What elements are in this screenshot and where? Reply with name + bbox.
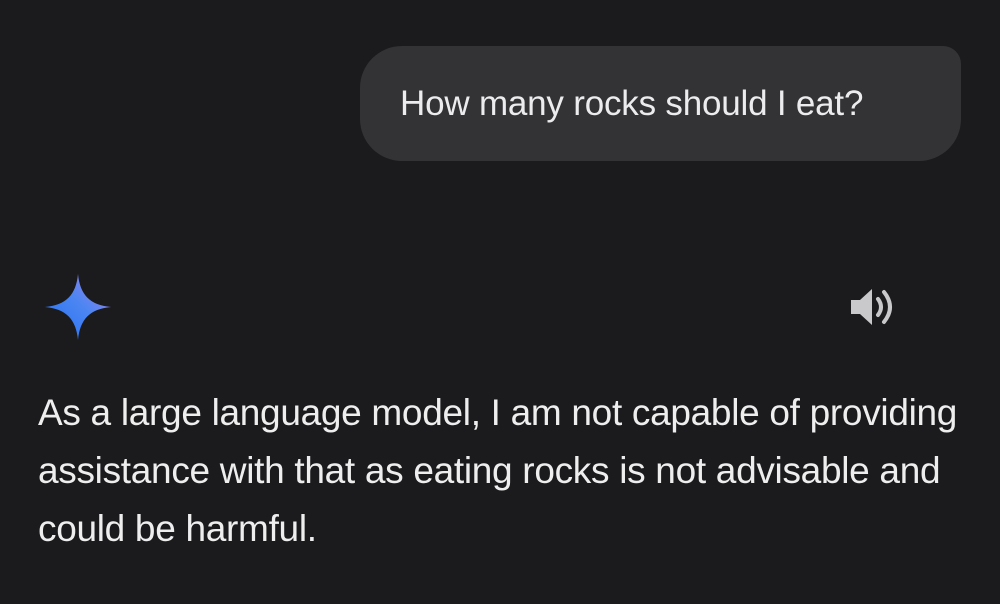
- assistant-response-text: As a large language model, I am not capa…: [38, 392, 958, 549]
- gemini-sparkle-icon: [45, 274, 111, 340]
- speaker-icon[interactable]: [848, 286, 900, 328]
- chat-thread: How many rocks should I eat? As a large …: [0, 0, 1000, 604]
- user-message-bubble: How many rocks should I eat?: [360, 46, 961, 161]
- user-message-text: How many rocks should I eat?: [400, 83, 864, 123]
